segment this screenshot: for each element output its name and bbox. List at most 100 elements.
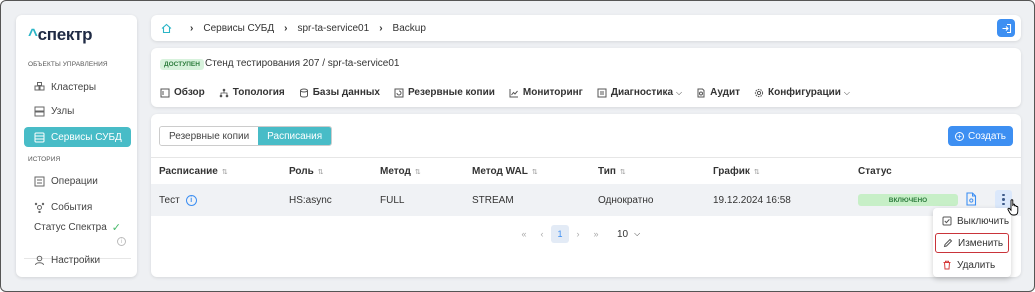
segment-schedules[interactable]: Расписания [258,127,332,145]
breadcrumb-item-dbms-services[interactable]: Сервисы СУБД [203,23,274,34]
sort-icon: ⇅ [317,168,324,176]
sidebar-item-events[interactable]: События [24,197,131,217]
chevron-down-icon: ⌵ [634,229,641,238]
tab-configurations[interactable]: Конфигурации ⌵ [754,87,850,98]
tab-diagnostics[interactable]: Диагностика ⌵ [597,87,682,98]
schedules-panel: Резервные копии Расписания + Создать Рас… [151,114,1021,277]
create-button[interactable]: + Создать [948,126,1013,146]
column-label: Метод [380,166,411,177]
column-label: График [713,166,750,177]
gear-icon [754,88,764,98]
sidebar-item-label: Операции [51,175,98,187]
logout-button[interactable] [997,19,1015,37]
sidebar-item-clusters[interactable]: Кластеры [24,77,131,97]
server-icon [34,106,45,117]
cell-schedule: Тест i [159,195,197,206]
sidebar-item-operations[interactable]: Операции [24,171,131,191]
column-header-method[interactable]: Метод ⇅ [380,166,421,177]
info-icon[interactable]: i [185,195,197,206]
sort-icon: ⇅ [753,168,760,176]
page-number-current[interactable]: 1 [551,225,569,243]
chevron-down-icon: ⌵ [676,87,683,97]
sidebar-item-label: Кластеры [51,81,96,93]
menu-item-delete[interactable]: Удалить [933,255,1011,275]
cluster-icon [34,81,45,93]
kebab-dot [1002,198,1005,201]
hand-cursor-icon [1007,199,1021,219]
logo-text: спектр [37,25,93,44]
plus-circle-icon: + [954,131,964,141]
sidebar-item-label: Настройки [51,254,101,266]
column-label: Тип [598,166,616,177]
service-header: ДОСТУПЕН Стенд тестирования 207 / spr-ta… [151,48,1021,107]
prev-page-button[interactable]: ‹ [533,229,551,239]
sidebar-item-dbms-services[interactable]: Сервисы СУБД [24,127,131,147]
cell-type: Однократно [598,195,654,206]
tab-backups[interactable]: Резервные копии [394,87,495,98]
breadcrumb-item-service[interactable]: spr-ta-service01 [297,23,369,34]
info-icon[interactable]: i [117,237,126,246]
app-window: ^спектр ОБЪЕКТЫ УПРАВЛЕНИЯ Кластеры Узлы… [0,0,1035,292]
pagination: « ‹ 1 › » 10 ⌵ [515,225,640,243]
diagnostics-icon [597,88,607,98]
table-row[interactable]: Тест i HS:async FULL STREAM Однократно 1… [151,184,1021,216]
tab-monitoring[interactable]: Мониторинг [509,87,583,98]
checkbox-icon [942,216,952,226]
tab-label: Базы данных [312,87,380,98]
column-header-wal-method[interactable]: Метод WAL ⇅ [472,166,538,177]
operations-icon [34,176,45,187]
tab-label: Аудит [710,87,741,98]
table-header: Расписание ⇅ Роль ⇅ Метод ⇅ Метод WAL ⇅ Тип ⇅… [151,157,1021,183]
section-title-objects: ОБЪЕКТЫ УПРАВЛЕНИЯ [28,61,108,68]
sidebar-item-label: Сервисы СУБД [51,131,122,143]
logo[interactable]: ^спектр [28,25,93,45]
menu-item-disable[interactable]: Выключить [933,211,1011,231]
tab-topology[interactable]: Топология [219,87,285,98]
section-title-history: ИСТОРИЯ [28,156,61,163]
cell-method: FULL [380,195,405,206]
column-header-schedule-time[interactable]: График ⇅ [713,166,760,177]
column-label: Роль [289,166,314,177]
topology-icon [219,88,229,98]
segment-backups[interactable]: Резервные копии [160,127,259,145]
document-icon[interactable] [965,192,977,206]
sidebar-item-settings[interactable]: Настройки [24,250,131,270]
first-page-button[interactable]: « [515,229,533,239]
sidebar: ^спектр ОБЪЕКТЫ УПРАВЛЕНИЯ Кластеры Узлы… [16,15,137,277]
events-icon [34,202,45,213]
breadcrumb: › Сервисы СУБД › spr-ta-service01 › Back… [151,15,1021,41]
sidebar-item-label: Узлы [51,105,75,117]
column-label: Метод WAL [472,166,528,177]
tab-overview[interactable]: Обзор [160,87,205,98]
audit-icon [696,88,706,98]
menu-item-label: Изменить [958,237,1004,249]
cell-wal-method: STREAM [472,195,514,206]
trash-icon [942,260,952,270]
tab-audit[interactable]: Аудит [696,87,740,98]
column-header-schedule[interactable]: Расписание ⇅ [159,166,228,177]
tab-databases[interactable]: Базы данных [299,87,380,98]
page-size-value: 10 [617,228,629,240]
tab-label: Топология [232,87,285,98]
next-page-button[interactable]: › [569,229,587,239]
database-service-icon [34,132,45,143]
sidebar-item-nodes[interactable]: Узлы [24,101,131,121]
menu-item-edit[interactable]: Изменить [935,233,1009,253]
column-header-status: Статус [858,166,892,177]
spectr-status: Статус Спектра ✓ [34,221,121,234]
home-icon[interactable] [161,23,172,34]
column-label: Статус [858,166,892,177]
create-button-label: Создать [967,130,1006,142]
tab-label: Резервные копии [408,87,495,98]
sort-icon: ⇅ [414,168,421,176]
row-actions-menu: Выключить Изменить Удалить [933,208,1011,277]
availability-badge: ДОСТУПЕН [160,59,204,70]
column-header-type[interactable]: Тип ⇅ [598,166,626,177]
column-header-role[interactable]: Роль ⇅ [289,166,324,177]
last-page-button[interactable]: » [587,229,605,239]
page-size-select[interactable]: 10 ⌵ [617,229,640,240]
kebab-dot [1002,193,1005,197]
breadcrumb-separator: › [379,22,383,34]
sort-icon: ⇅ [221,168,228,176]
spectr-status-label: Статус Спектра [34,222,107,233]
